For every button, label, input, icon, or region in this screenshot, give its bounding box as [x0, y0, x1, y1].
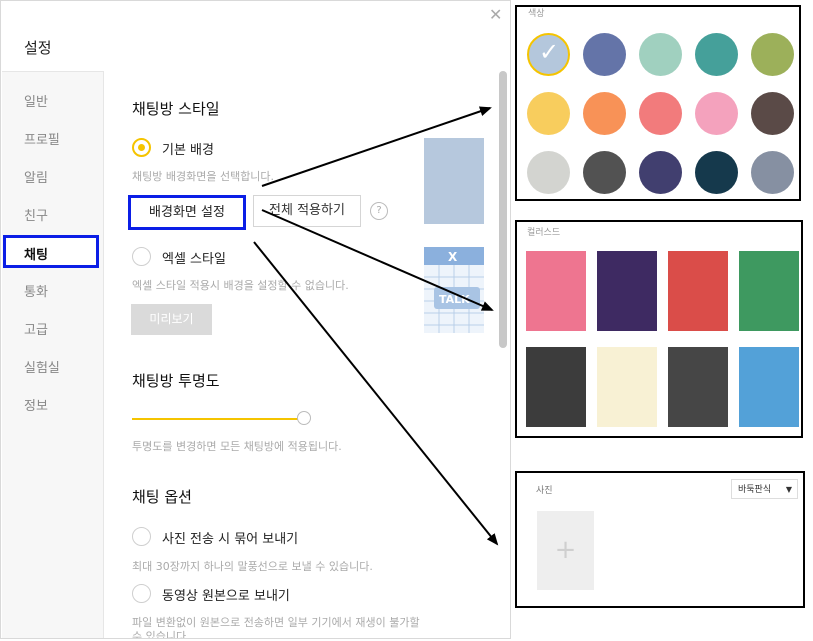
arrow-to-colors — [261, 106, 492, 187]
annotation-arrows — [253, 106, 499, 546]
arrow-to-photos — [253, 241, 499, 546]
